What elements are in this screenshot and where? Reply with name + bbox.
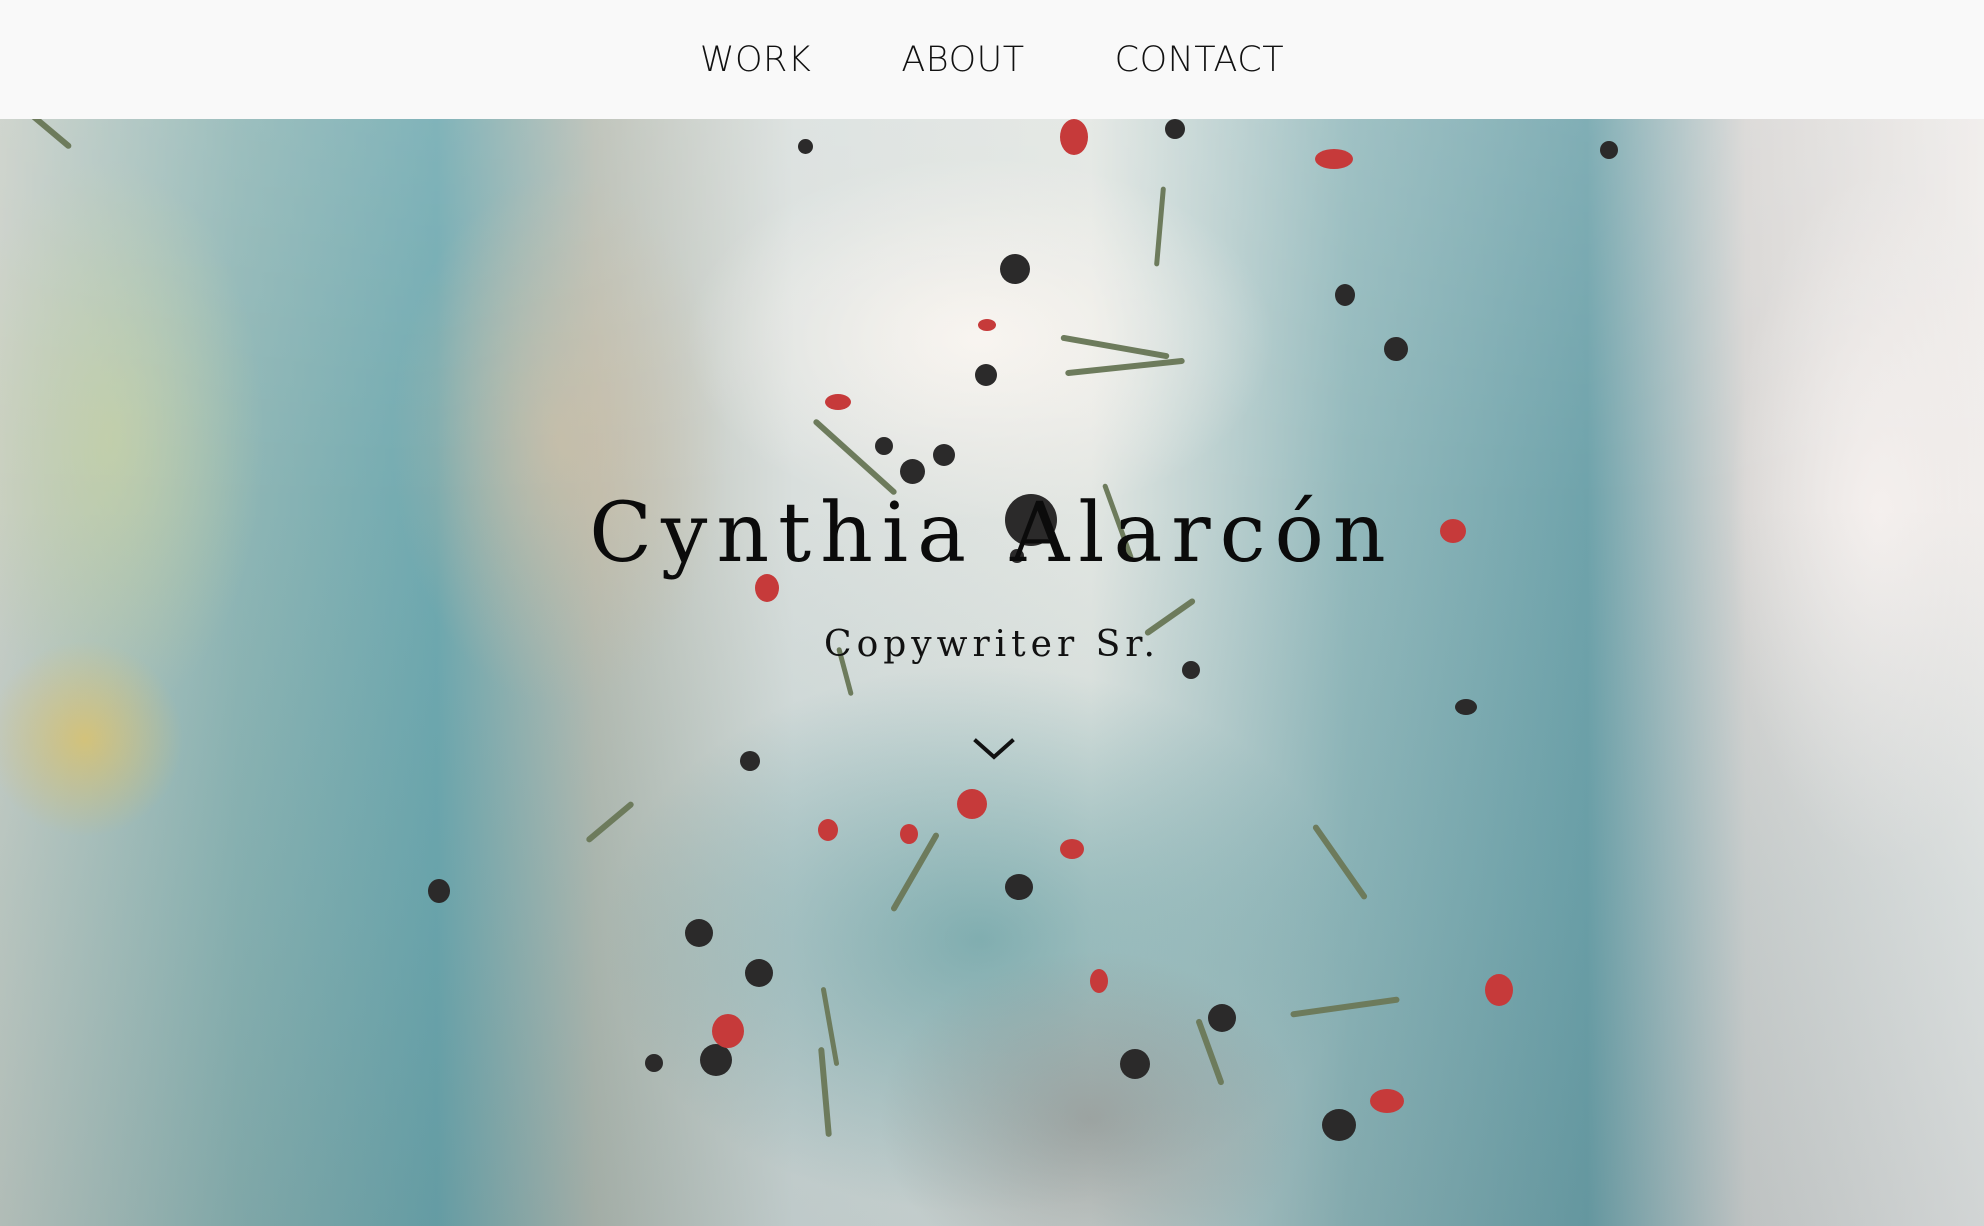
hero-subtitle: Copywriter Sr. bbox=[824, 624, 1160, 665]
nav-link-contact[interactable]: CONTACT bbox=[1115, 41, 1284, 78]
nav-link-work[interactable]: WORK bbox=[700, 41, 811, 78]
hero-text-block: Cynthia Alarcón Copywriter Sr. bbox=[0, 119, 1984, 1226]
top-navigation: WORK ABOUT CONTACT bbox=[0, 0, 1984, 119]
scroll-down-button[interactable] bbox=[972, 731, 1016, 767]
hero-title: Cynthia Alarcón bbox=[589, 486, 1395, 581]
nav-link-about[interactable]: ABOUT bbox=[901, 41, 1024, 78]
hero-section: Cynthia Alarcón Copywriter Sr. bbox=[0, 119, 1984, 1226]
chevron-down-icon bbox=[973, 738, 1015, 760]
